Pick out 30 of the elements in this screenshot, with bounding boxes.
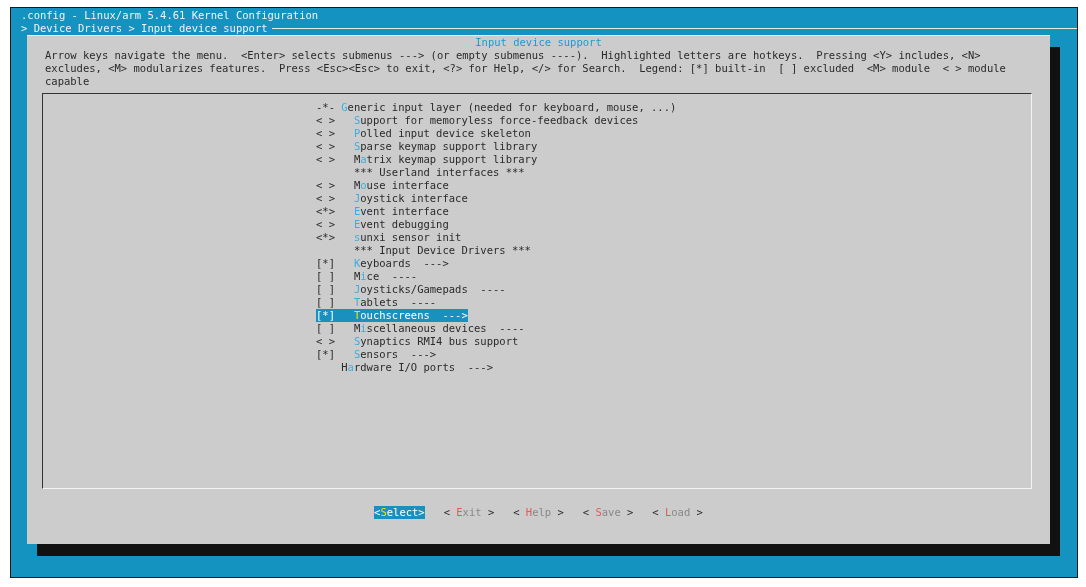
menu-item[interactable]: [*] Keyboards --->: [316, 257, 449, 270]
menu-item[interactable]: < > Event debugging: [316, 218, 449, 231]
menu-item[interactable]: < > Sparse keymap support library: [316, 140, 538, 153]
menu-item[interactable]: [ ] Mice ----: [316, 270, 418, 283]
menu-item[interactable]: Ha rdware I/O ports --->: [316, 361, 493, 374]
menu-comment: *** Input Device Drivers ***: [352, 244, 531, 257]
dialog-button[interactable]: < Save >: [582, 506, 634, 519]
menu-item[interactable]: < > Synaptics RMI4 bus support: [316, 335, 519, 348]
menu-item[interactable]: <*> sunxi sensor init: [316, 231, 462, 244]
menu-item[interactable]: [ ] Joysticks/Gamepads ----: [316, 283, 506, 296]
menu-comment: *** Userland interfaces ***: [352, 166, 525, 179]
menu-item[interactable]: < > Joystick interface: [316, 192, 468, 205]
menu-item[interactable]: < > Support for memoryless force-feedback devices: [316, 114, 639, 127]
menu-item[interactable]: <*> Event interface: [316, 205, 449, 218]
menu-item[interactable]: [*] Sensors --->: [316, 348, 437, 361]
menu-item[interactable]: -*- Generic input layer (needed for keyboard, mouse, ...): [316, 101, 677, 114]
menu-item[interactable]: < > Mouse interface: [316, 179, 449, 192]
dialog-button[interactable]: < Load >: [652, 506, 703, 519]
help-text: Arrow keys navigate the menu. <Enter> selects submenus ---> (or empty submenus ----). Highlighted letters are hotkeys. Pressing <Y> includes, <N> excludes, <M> modularizes features. Press <Esc><Esc> to exit, <?> for Help, </> for Search. Legend: [*] built-in [ ] excluded <M> module < > module capable: [45, 49, 1007, 88]
menu-item[interactable]: [*] Touchscreens --->: [316, 309, 468, 322]
dialog-button[interactable]: < Exit >: [443, 506, 495, 519]
menu-item[interactable]: < > Polled input device skeleton: [316, 127, 531, 140]
dialog-title: Input device support: [475, 36, 602, 49]
menu-item[interactable]: [ ] Tablets ----: [316, 296, 437, 309]
menu-item[interactable]: [ ] Miscellaneous devices ----: [316, 322, 525, 335]
breadcrumb: > Device Drivers > Input device support: [21, 22, 268, 35]
dialog-button[interactable]: < Help >: [513, 506, 564, 519]
dialog-button[interactable]: <Select>: [374, 506, 425, 519]
menu-item[interactable]: < > Matrix keymap support library: [316, 153, 538, 166]
window-title: .config - Linux/arm 5.4.61 Kernel Configuration: [20, 8, 320, 22]
